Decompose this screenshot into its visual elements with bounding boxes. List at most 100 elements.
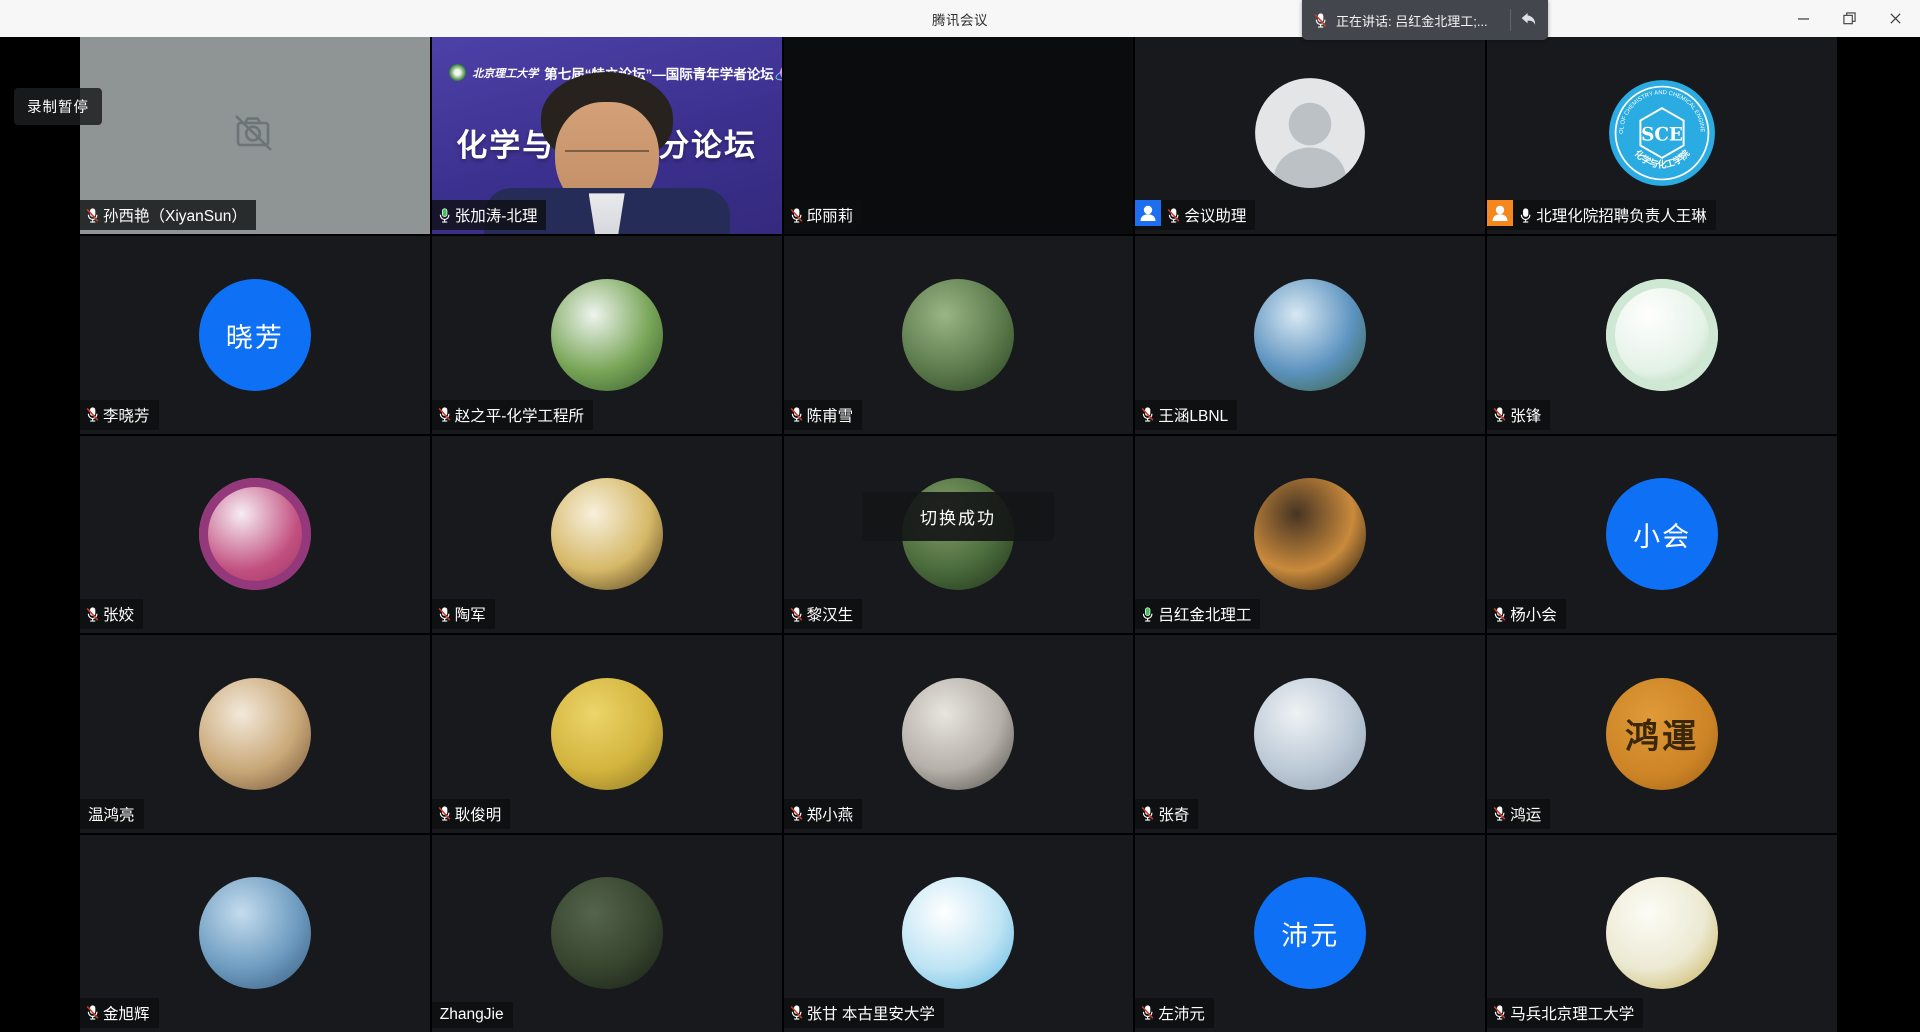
mic-muted-icon [1487, 606, 1508, 623]
role-badge-icon [1135, 200, 1161, 226]
mic-muted-icon [784, 805, 805, 822]
participant-label: 鸿运 [1487, 799, 1550, 829]
participant-tile[interactable]: 北京理工大学 第七届“特立论坛”—国际青年学者论坛 化学与 分论坛 张加涛-北理 [432, 37, 782, 234]
participant-tile[interactable]: 北京理工大学 第七届“特立论坛”—国际青年学者论坛 化学与 分论坛 王涵LBNL [1135, 236, 1485, 433]
participant-name: 马兵北京理工大学 [1508, 998, 1643, 1028]
participant-label: 温鸿亮 [80, 799, 144, 829]
participant-label: ZhangJie [432, 1002, 513, 1028]
close-button[interactable] [1872, 0, 1918, 37]
participant-label: 张锋 [1487, 400, 1550, 430]
minimize-button[interactable] [1780, 0, 1826, 37]
participant-tile[interactable]: 北京理工大学 第七届“特立论坛”—国际青年学者论坛 化学与 分论坛 马兵北京理工… [1487, 835, 1837, 1032]
participant-label: 张奇 [1135, 799, 1198, 829]
participant-name: 邱丽莉 [805, 200, 863, 230]
mic-muted-icon [1161, 207, 1182, 224]
planet-decoration-icon [780, 65, 782, 80]
avatar [902, 877, 1014, 989]
mic-muted-icon [432, 805, 453, 822]
participant-tile[interactable]: 北京理工大学 第七届“特立论坛”—国际青年学者论坛 化学与 分论坛 温鸿亮 [80, 635, 430, 832]
participant-tile[interactable]: 北京理工大学 第七届“特立论坛”—国际青年学者论坛 化学与 分论坛 陶军 [432, 436, 782, 633]
speaking-indicator[interactable]: 正在讲话: 吕红金北理工;... [1302, 0, 1548, 40]
avatar-area [1606, 877, 1718, 989]
mic-muted-icon [80, 207, 101, 224]
participant-label: 邱丽莉 [784, 200, 863, 230]
participant-tile[interactable]: 北京理工大学 第七届“特立论坛”—国际青年学者论坛 化学与 分论坛 金旭辉 [80, 835, 430, 1032]
avatar [199, 877, 311, 989]
avatar [199, 478, 311, 590]
participant-tile[interactable]: 北京理工大学 第七届“特立论坛”—国际青年学者论坛 化学与 分论坛 赵之平-化学… [432, 236, 782, 433]
participant-tile[interactable]: 北京理工大学 第七届“特立论坛”—国际青年学者论坛 化学与 分论坛 吕红金北理工 [1135, 436, 1485, 633]
participant-label: 孙西艳（XiyanSun） [80, 200, 256, 230]
avatar-area: 沛元 [1254, 877, 1366, 989]
avatar [551, 279, 663, 391]
participant-name: 张甘 本古里安大学 [805, 998, 944, 1028]
svg-text:SCE: SCE [1641, 125, 1683, 146]
participant-tile[interactable]: 北京理工大学 第七届“特立论坛”—国际青年学者论坛 化学与 分论坛 耿俊明 [432, 635, 782, 832]
participant-tile[interactable]: 晓芳 北京理工大学 第七届“特立论坛”—国际青年学者论坛 化学与 分论坛 李晓芳 [80, 236, 430, 433]
participant-label: 张甘 本古里安大学 [784, 998, 944, 1028]
avatar-area [551, 877, 663, 989]
participant-name: 陈甫雪 [805, 400, 863, 430]
avatar: SCE SCHOOL OF CHEMISTRY AND CHEMICAL ENG… [1608, 79, 1716, 187]
participant-tile[interactable]: 北京理工大学 第七届“特立论坛”—国际青年学者论坛 化学与 分论坛 张奇 [1135, 635, 1485, 832]
mic-muted-icon [1312, 12, 1329, 29]
mic-speaking-icon [432, 207, 453, 224]
participant-tile[interactable]: 北京理工大学 第七届“特立论坛”—国际青年学者论坛 化学与 分论坛 张锋 [1487, 236, 1837, 433]
participant-label: 黎汉生 [784, 599, 863, 629]
participant-label: 郑小燕 [784, 799, 863, 829]
participant-tile[interactable]: 北京理工大学 第七届“特立论坛”—国际青年学者论坛 化学与 分论坛 陈甫雪 [784, 236, 1134, 433]
participant-label: 陶军 [432, 599, 495, 629]
participant-label: 王涵LBNL [1135, 400, 1237, 430]
undo-arrow-icon[interactable] [1518, 10, 1538, 30]
participant-tile[interactable]: 北京理工大学 第七届“特立论坛”—国际青年学者论坛 化学与 分论坛 张甘 本古里… [784, 835, 1134, 1032]
participant-label: 杨小会 [1487, 599, 1566, 629]
participant-tile[interactable]: 小会 北京理工大学 第七届“特立论坛”—国际青年学者论坛 化学与 分论坛 杨小会 [1487, 436, 1837, 633]
avatar [902, 279, 1014, 391]
avatar-area [551, 279, 663, 391]
mic-muted-icon [80, 406, 101, 423]
recording-paused-badge: 录制暂停 [14, 88, 102, 125]
mic-on-icon [1513, 207, 1534, 224]
participant-tile[interactable]: 鸿運 北京理工大学 第七届“特立论坛”—国际青年学者论坛 化学与 分论坛 鸿运 [1487, 635, 1837, 832]
avatar-area [551, 478, 663, 590]
avatar [1254, 478, 1366, 590]
participant-tile[interactable]: 北京理工大学 第七届“特立论坛”—国际青年学者论坛 化学与 分论坛 邱丽莉 [784, 37, 1134, 234]
mic-muted-icon [432, 606, 453, 623]
restore-button[interactable] [1826, 0, 1872, 37]
avatar-area: 小会 [1606, 478, 1718, 590]
participant-tile[interactable]: 北京理工大学 第七届“特立论坛”—国际青年学者论坛 化学与 分论坛 孙西艳（Xi… [80, 37, 430, 234]
mic-muted-icon [1135, 805, 1156, 822]
participant-name: 黎汉生 [805, 599, 863, 629]
participant-tile[interactable]: 北京理工大学 第七届“特立论坛”—国际青年学者论坛 化学与 分论坛 张姣 [80, 436, 430, 633]
mic-muted-icon [1135, 406, 1156, 423]
participant-label: 张加涛-北理 [432, 200, 547, 230]
avatar-area [1254, 678, 1366, 790]
window-controls [1780, 0, 1918, 37]
mic-muted-icon [784, 406, 805, 423]
participant-name: 李晓芳 [101, 400, 159, 430]
participant-label: 耿俊明 [432, 799, 511, 829]
participant-tile[interactable]: SCE SCHOOL OF CHEMISTRY AND CHEMICAL ENG… [1487, 37, 1837, 234]
mic-muted-icon [1487, 1004, 1508, 1021]
participant-tile[interactable]: 北京理工大学 第七届“特立论坛”—国际青年学者论坛 化学与 分论坛 ZhangJ… [432, 835, 782, 1032]
avatar [551, 678, 663, 790]
mic-muted-icon [80, 606, 101, 623]
participant-tile[interactable]: 北京理工大学 第七届“特立论坛”—国际青年学者论坛 化学与 分论坛 会议助理 [1135, 37, 1485, 234]
mic-muted-icon [1135, 1004, 1156, 1021]
participant-name: 左沛元 [1156, 998, 1214, 1028]
mic-muted-icon [1487, 406, 1508, 423]
avatar [551, 478, 663, 590]
participant-name: 耿俊明 [453, 799, 511, 829]
avatar: 沛元 [1254, 877, 1366, 989]
titlebar: 腾讯会议 [0, 0, 1920, 37]
avatar [551, 877, 663, 989]
avatar-area [902, 678, 1014, 790]
app-title: 腾讯会议 [932, 9, 988, 29]
participant-name: 郑小燕 [805, 799, 863, 829]
avatar-area [1254, 279, 1366, 391]
participant-tile[interactable]: 沛元 北京理工大学 第七届“特立论坛”—国际青年学者论坛 化学与 分论坛 左沛元 [1135, 835, 1485, 1032]
participant-name: ZhangJie [432, 1002, 513, 1028]
participant-name: 金旭辉 [101, 998, 159, 1028]
mic-speaking-icon [1135, 606, 1156, 623]
participant-tile[interactable]: 北京理工大学 第七届“特立论坛”—国际青年学者论坛 化学与 分论坛 郑小燕 [784, 635, 1134, 832]
